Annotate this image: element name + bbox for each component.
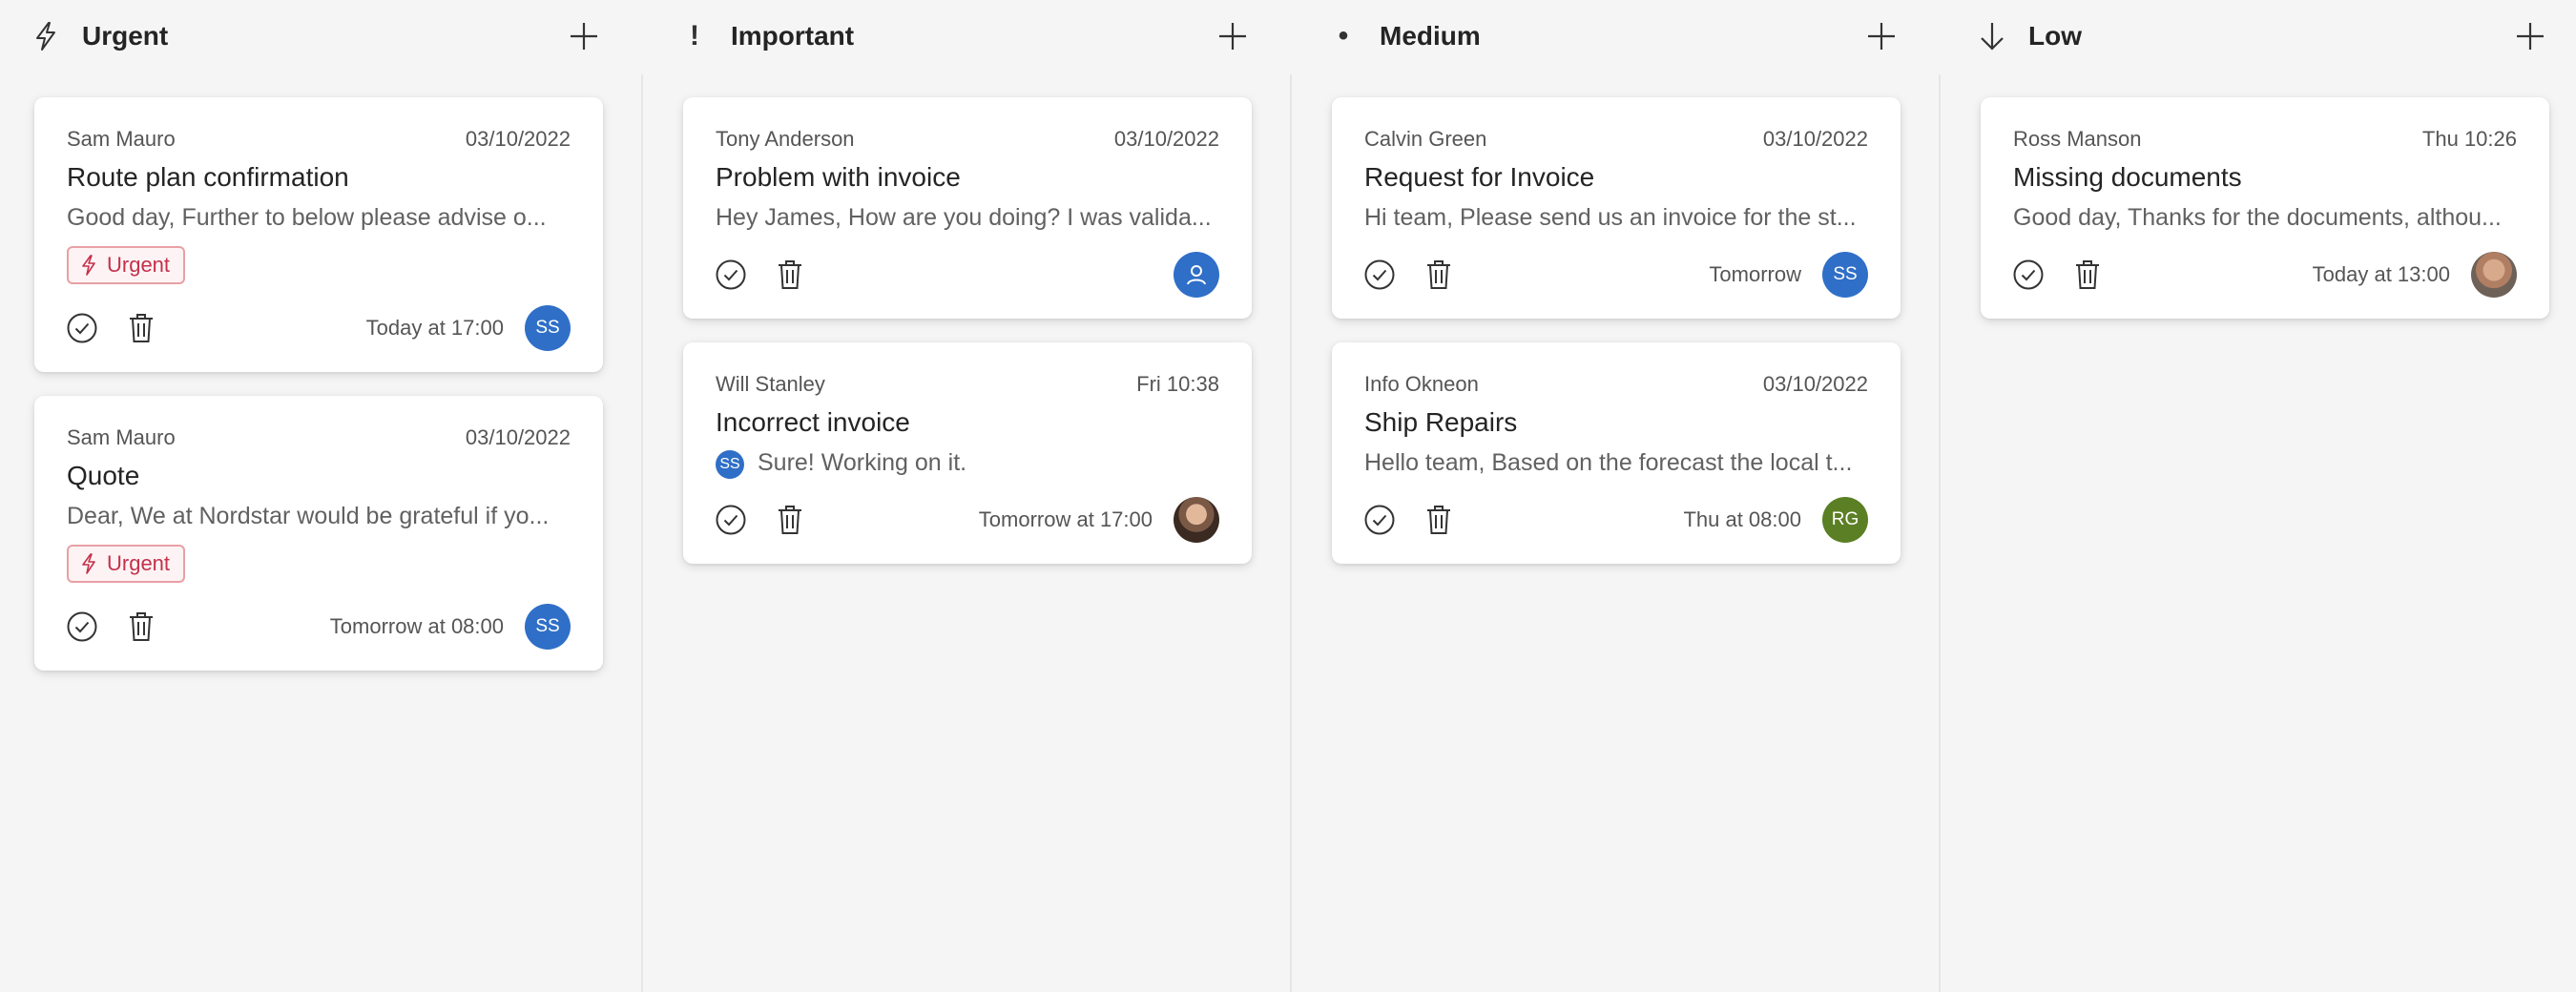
card-subject: Missing documents bbox=[2013, 162, 2242, 192]
card-preview: Hello team, Based on the forecast the lo… bbox=[1364, 449, 1853, 476]
task-card[interactable]: Sam Mauro 03/10/2022 Quote Dear, We at N… bbox=[34, 396, 603, 671]
trash-icon[interactable] bbox=[771, 501, 809, 539]
trash-icon[interactable] bbox=[1420, 256, 1458, 294]
task-card[interactable]: Sam Mauro 03/10/2022 Route plan confirma… bbox=[34, 97, 603, 372]
card-date: 03/10/2022 bbox=[1762, 372, 1868, 396]
lightning-icon bbox=[29, 19, 63, 53]
card-preview: Hi team, Please send us an invoice for t… bbox=[1364, 204, 1857, 231]
task-card[interactable]: Info Okneon 03/10/2022 Ship Repairs Hell… bbox=[1332, 342, 1901, 564]
card-subject: Problem with invoice bbox=[716, 162, 961, 192]
column-header: • Medium bbox=[1298, 0, 1939, 74]
complete-check-icon[interactable] bbox=[1361, 256, 1399, 294]
column-urgent: Urgent Sam Mauro 03/10/2022 Route plan c… bbox=[0, 0, 641, 992]
column-title: Important bbox=[731, 21, 855, 51]
bullet-icon: • bbox=[1338, 20, 1349, 52]
lightning-icon bbox=[82, 255, 95, 276]
card-preview: Dear, We at Nordstar would be grateful i… bbox=[67, 503, 550, 529]
column-header: Low bbox=[1946, 0, 2576, 74]
column-divider bbox=[641, 74, 643, 992]
column-divider bbox=[1290, 74, 1292, 992]
card-date: 03/10/2022 bbox=[1113, 127, 1219, 151]
card-sender: Sam Mauro bbox=[67, 127, 176, 151]
column-title: Medium bbox=[1380, 21, 1481, 51]
add-icon[interactable] bbox=[2509, 15, 2551, 57]
complete-check-icon[interactable] bbox=[2009, 256, 2047, 294]
card-preview: Good day, Thanks for the documents, alth… bbox=[2013, 204, 2502, 231]
card-sender: Will Stanley bbox=[716, 372, 825, 396]
card-subject: Incorrect invoice bbox=[716, 407, 910, 437]
column-header: Urgent bbox=[0, 0, 641, 74]
complete-check-icon[interactable] bbox=[1361, 501, 1399, 539]
column-title: Urgent bbox=[82, 21, 169, 51]
column-important: ! Important Tony Anderson 03/10/2022 Pro… bbox=[649, 0, 1290, 992]
due-date: Thu at 08:00 bbox=[1683, 507, 1801, 531]
arrow-down-icon bbox=[1975, 19, 2009, 53]
exclamation-icon: ! bbox=[690, 20, 699, 52]
add-icon[interactable] bbox=[1860, 15, 1902, 57]
complete-check-icon[interactable] bbox=[63, 309, 101, 347]
card-date: 03/10/2022 bbox=[465, 425, 571, 449]
avatar[interactable]: SS bbox=[525, 305, 571, 351]
complete-check-icon[interactable] bbox=[712, 256, 750, 294]
card-date: 03/10/2022 bbox=[465, 127, 571, 151]
trash-icon[interactable] bbox=[1420, 501, 1458, 539]
tag-label: Urgent bbox=[107, 253, 171, 277]
card-preview: Good day, Further to below please advise… bbox=[67, 204, 547, 231]
card-subject: Ship Repairs bbox=[1364, 407, 1518, 437]
due-date: Today at 13:00 bbox=[2312, 262, 2450, 286]
column-title: Low bbox=[2028, 21, 2082, 51]
urgent-tag[interactable]: Urgent bbox=[67, 246, 186, 284]
tag-label: Urgent bbox=[107, 551, 171, 575]
card-preview-row: SS Sure! Working on it. bbox=[716, 447, 1221, 479]
urgent-tag[interactable]: Urgent bbox=[67, 545, 186, 583]
card-sender: Info Okneon bbox=[1364, 372, 1479, 396]
trash-icon[interactable] bbox=[122, 608, 160, 646]
card-sender: Sam Mauro bbox=[67, 425, 176, 449]
trash-icon[interactable] bbox=[2068, 256, 2107, 294]
card-subject: Request for Invoice bbox=[1364, 162, 1595, 192]
card-date: 03/10/2022 bbox=[1762, 127, 1868, 151]
card-subject: Quote bbox=[67, 461, 140, 490]
due-date: Tomorrow at 08:00 bbox=[329, 614, 504, 638]
card-date: Thu 10:26 bbox=[2421, 127, 2517, 151]
task-card[interactable]: Tony Anderson 03/10/2022 Problem with in… bbox=[683, 97, 1252, 319]
trash-icon[interactable] bbox=[771, 256, 809, 294]
complete-check-icon[interactable] bbox=[63, 608, 101, 646]
due-date: Today at 17:00 bbox=[365, 316, 504, 340]
due-date: Tomorrow at 17:00 bbox=[978, 507, 1153, 531]
complete-check-icon[interactable] bbox=[712, 501, 750, 539]
trash-icon[interactable] bbox=[122, 309, 160, 347]
card-sender: Ross Manson bbox=[2013, 127, 2142, 151]
task-card[interactable]: Will Stanley Fri 10:38 Incorrect invoice… bbox=[683, 342, 1252, 564]
column-divider bbox=[1939, 74, 1941, 992]
avatar-photo[interactable] bbox=[2471, 252, 2517, 298]
avatar[interactable]: RG bbox=[1822, 497, 1868, 543]
column-medium: • Medium Calvin Green 03/10/2022 Request… bbox=[1298, 0, 1939, 992]
task-card[interactable]: Ross Manson Thu 10:26 Missing documents … bbox=[1981, 97, 2549, 319]
due-date: Tomorrow bbox=[1709, 262, 1801, 286]
card-preview: Hey James, How are you doing? I was vali… bbox=[716, 204, 1212, 231]
add-icon[interactable] bbox=[1212, 15, 1254, 57]
add-icon[interactable] bbox=[563, 15, 605, 57]
avatar-photo[interactable] bbox=[1174, 497, 1219, 543]
lightning-icon bbox=[82, 553, 95, 574]
card-sender: Tony Anderson bbox=[716, 127, 855, 151]
kanban-board: Urgent Sam Mauro 03/10/2022 Route plan c… bbox=[0, 0, 2576, 992]
avatar[interactable]: SS bbox=[1822, 252, 1868, 298]
column-header: ! Important bbox=[649, 0, 1290, 74]
card-preview: Sure! Working on it. bbox=[758, 449, 967, 476]
user-avatar-icon[interactable] bbox=[1174, 252, 1219, 298]
task-card[interactable]: Calvin Green 03/10/2022 Request for Invo… bbox=[1332, 97, 1901, 319]
card-date: Fri 10:38 bbox=[1136, 372, 1219, 396]
column-low: Low Ross Manson Thu 10:26 Missing docume… bbox=[1946, 0, 2576, 992]
card-sender: Calvin Green bbox=[1364, 127, 1487, 151]
card-subject: Route plan confirmation bbox=[67, 162, 349, 192]
avatar[interactable]: SS bbox=[525, 604, 571, 650]
reply-avatar: SS bbox=[716, 450, 744, 479]
